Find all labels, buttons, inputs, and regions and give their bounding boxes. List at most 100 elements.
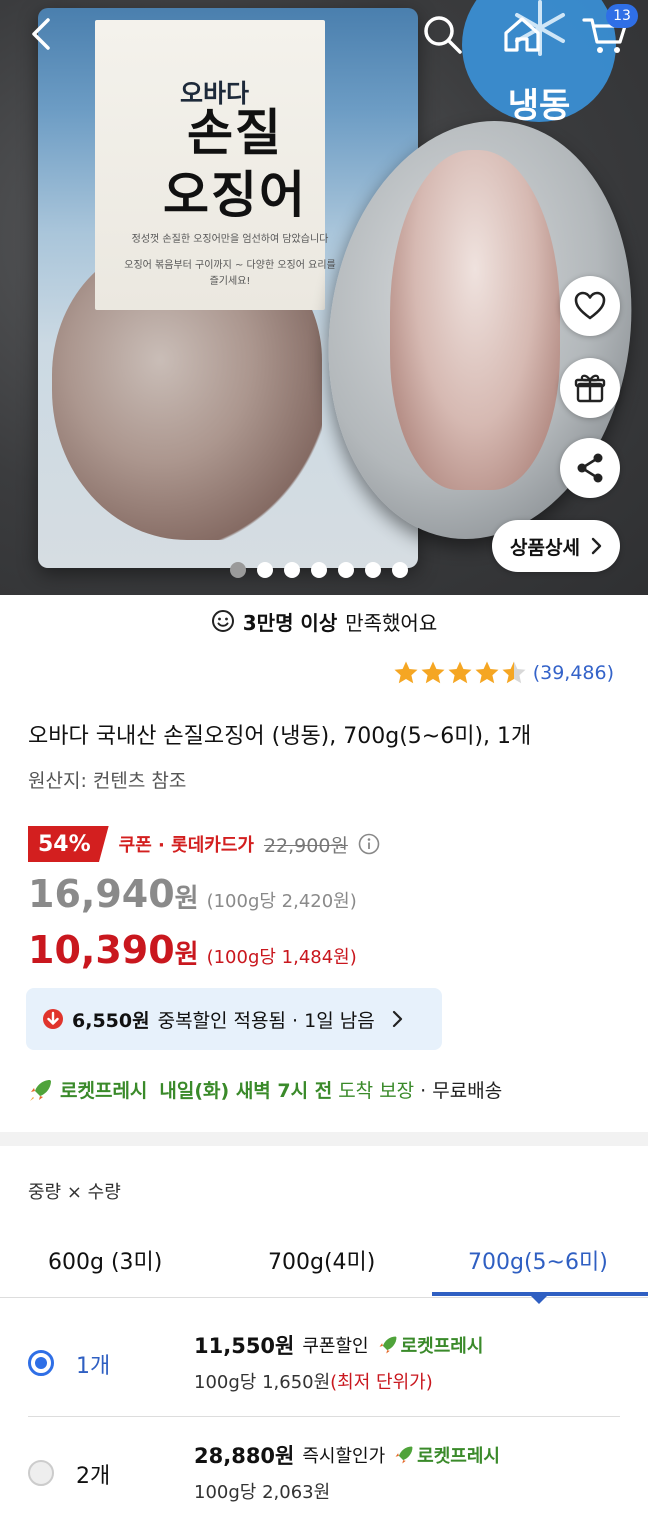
gift-button[interactable] (560, 358, 620, 418)
lowest-unit-note: (최저 단위가) (330, 1372, 433, 1393)
bag-tagline: 정성껏 손질한 오징어만을 엄선하여 담았습니다 오징어 볶음부터 구이까지 ~… (120, 232, 340, 290)
original-price: 22,900원 (263, 834, 348, 857)
option-unit-price: 100g당 1,650원 (194, 1372, 331, 1393)
row-divider (28, 1416, 620, 1417)
back-arrow-icon[interactable] (22, 14, 62, 54)
option-qty: 1개 (76, 1354, 111, 1379)
final-unit-price: (100g당 1,484원) (206, 947, 357, 968)
option-unit-line: 100g당 2,063원 (194, 1478, 330, 1504)
share-icon (577, 453, 603, 483)
squid-image (390, 150, 560, 490)
smile-icon (211, 610, 234, 632)
option-tab-600g[interactable]: 600g (3미) (48, 1244, 162, 1276)
option-row-2[interactable]: 2개 28,880원 즉시할인가 로켓프레시 100g당 2,063원 (0, 1440, 648, 1516)
option-tab-700g-4[interactable]: 700g(4미) (268, 1244, 375, 1276)
heart-icon (574, 291, 606, 320)
sale-unit-price: (100g당 2,420원) (206, 891, 357, 912)
gift-icon (574, 374, 606, 403)
option-tab-700g-5-6[interactable]: 700g(5~6미) (468, 1244, 608, 1276)
satisfaction-banner: 3만명 이상 만족했어요 (0, 604, 648, 638)
info-icon[interactable] (358, 833, 380, 855)
sale-price-row: 16,940원 (100g당 2,420원) (28, 872, 357, 916)
product-image-carousel[interactable]: 오바다 손질 오징어 정성껏 손질한 오징어만을 엄선하여 담았습니다 오징어 … (0, 0, 648, 595)
final-price: 10,390원 (28, 928, 199, 972)
frozen-badge-label: 냉동 (507, 86, 571, 126)
radio-selected[interactable] (28, 1350, 54, 1376)
product-origin: 원산지: 컨텐츠 참조 (28, 770, 187, 792)
final-price-number: 10,390 (28, 928, 175, 972)
duplicate-discount-text: 중복할인 적용됨 · 1일 남음 (157, 1009, 375, 1032)
carousel-dot[interactable] (311, 562, 327, 578)
carousel-indicator (230, 562, 408, 578)
rating-stars (393, 660, 527, 686)
carousel-dot[interactable] (257, 562, 273, 578)
delivery-info: 로켓프레시 내일(화) 새벽 7시 전 도착 보장 · 무료배송 (28, 1076, 502, 1103)
share-button[interactable] (560, 438, 620, 498)
carousel-dot[interactable] (230, 562, 246, 578)
rocket-icon (379, 1336, 397, 1354)
sale-price-currency: 원 (174, 884, 199, 914)
carousel-dot[interactable] (392, 562, 408, 578)
option-price: 28,880원 (194, 1444, 295, 1468)
option-label: 중량 × 수량 (28, 1182, 121, 1203)
option-row-1[interactable]: 1개 11,550원 쿠폰할인 로켓프레시 100g당 1,650원(최저 단위… (0, 1330, 648, 1410)
final-price-row: 10,390원 (100g당 1,484원) (28, 928, 357, 972)
product-title: 오바다 국내산 손질오징어 (냉동), 700g(5~6미), 1개 (28, 724, 532, 749)
search-icon[interactable] (420, 12, 464, 56)
option-rocket: 로켓프레시 (393, 1442, 500, 1468)
option-price: 11,550원 (194, 1334, 295, 1358)
option-unit-line: 100g당 1,650원(최저 단위가) (194, 1368, 433, 1394)
wishlist-button[interactable] (560, 276, 620, 336)
final-price-currency: 원 (174, 940, 199, 970)
bag-tagline-1: 정성껏 손질한 오징어만을 엄선하여 담았습니다 (131, 234, 329, 245)
arrival-time: 내일(화) 새벽 7시 전 (159, 1080, 333, 1102)
section-divider (0, 1132, 648, 1146)
carousel-dot[interactable] (284, 562, 300, 578)
rocket-icon (395, 1446, 413, 1464)
satisfaction-count: 3만명 이상 (242, 610, 338, 635)
product-detail-button[interactable]: 상품상세 (492, 520, 620, 572)
option-price-line: 11,550원 쿠폰할인 로켓프레시 (194, 1330, 483, 1360)
option-unit-price: 100g당 2,063원 (194, 1482, 331, 1503)
option-price-line: 28,880원 즉시할인가 로켓프레시 (194, 1440, 500, 1470)
review-count[interactable]: (39,486) (533, 662, 614, 684)
radio-unselected[interactable] (28, 1460, 54, 1486)
discount-row: 54% 쿠폰 · 롯데카드가 22,900원 (28, 826, 380, 862)
option-tabs: 600g (3미) 700g(4미) 700g(5~6미) (0, 1228, 648, 1298)
star-icon (475, 661, 499, 684)
arrow-down-circle-icon (43, 1009, 63, 1029)
rocket-icon (30, 1079, 51, 1101)
star-icon (502, 661, 526, 684)
chevron-right-icon (591, 537, 602, 555)
duplicate-discount-banner[interactable]: 6,550원 중복할인 적용됨 · 1일 남음 (26, 988, 442, 1050)
bag-title-text: 손질 오징어 (163, 103, 307, 224)
option-rocket-label: 로켓프레시 (417, 1446, 500, 1467)
product-detail-label: 상품상세 (510, 536, 580, 559)
free-shipping: · 무료배송 (420, 1080, 503, 1102)
active-tab-notch (530, 1295, 548, 1304)
coupon-label: 쿠폰 · 롯데카드가 (118, 835, 254, 856)
carousel-dot[interactable] (365, 562, 381, 578)
rating[interactable]: (39,486) (393, 660, 614, 686)
option-rocket: 로켓프레시 (377, 1332, 484, 1358)
cart-count-badge: 13 (606, 4, 638, 28)
product-page: 오바다 손질 오징어 정성껏 손질한 오징어만을 엄선하여 담았습니다 오징어 … (0, 0, 648, 1516)
sale-price-number: 16,940 (28, 872, 175, 916)
star-icon (421, 661, 445, 684)
rocket-fresh-label: 로켓프레시 (60, 1080, 148, 1102)
arrival-guarantee: 도착 보장 (338, 1080, 415, 1102)
bag-tagline-2: 오징어 볶음부터 구이까지 ~ 다양한 오징어 요리를 즐기세요! (124, 260, 336, 287)
option-qty: 2개 (76, 1464, 111, 1489)
satisfaction-text: 만족했어요 (345, 610, 438, 635)
option-tag: 즉시할인가 (302, 1446, 386, 1467)
chevron-right-icon (392, 1010, 402, 1028)
star-icon (448, 661, 472, 684)
option-rocket-label: 로켓프레시 (400, 1336, 484, 1357)
sale-price: 16,940원 (28, 872, 199, 916)
option-tag: 쿠폰할인 (302, 1336, 369, 1357)
home-icon[interactable] (500, 12, 544, 56)
star-icon (394, 661, 418, 684)
discount-badge: 54% (28, 826, 109, 862)
duplicate-discount-amount: 6,550원 (72, 1009, 150, 1032)
carousel-dot[interactable] (338, 562, 354, 578)
